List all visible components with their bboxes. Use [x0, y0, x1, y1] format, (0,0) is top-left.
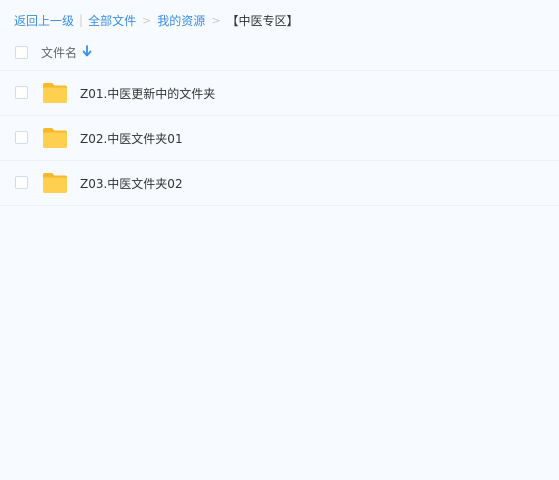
folder-icon [43, 128, 67, 148]
file-name[interactable]: Z01.中医更新中的文件夹 [80, 85, 215, 102]
file-list-header: 文件名 [0, 40, 559, 71]
breadcrumb-separator: > [211, 13, 221, 27]
breadcrumb-current: 【中医专区】 [226, 13, 299, 28]
column-header-name[interactable]: 文件名 [41, 44, 77, 61]
file-row[interactable]: Z01.中医更新中的文件夹 [0, 71, 559, 116]
file-row[interactable]: Z03.中医文件夹02 [0, 161, 559, 206]
breadcrumb: 返回上一级 | 全部文件 > 我的资源 > 【中医专区】 [14, 11, 299, 29]
row-checkbox[interactable] [15, 176, 28, 189]
file-name[interactable]: Z02.中医文件夹01 [80, 130, 183, 147]
all-files-link[interactable]: 全部文件 [88, 12, 136, 29]
row-checkbox[interactable] [15, 131, 28, 144]
folder-icon [43, 173, 67, 193]
breadcrumb-separator: > [142, 13, 152, 27]
breadcrumb-divider: | [79, 13, 84, 27]
file-browser: 返回上一级 | 全部文件 > 我的资源 > 【中医专区】 文件名 Z01.中医更… [0, 0, 559, 480]
file-row[interactable]: Z02.中医文件夹01 [0, 116, 559, 161]
my-resources-link[interactable]: 我的资源 [157, 12, 205, 29]
select-all-checkbox[interactable] [15, 46, 28, 59]
back-link[interactable]: 返回上一级 [14, 12, 74, 29]
arrow-down-icon[interactable] [82, 45, 92, 57]
row-checkbox[interactable] [15, 86, 28, 99]
file-name[interactable]: Z03.中医文件夹02 [80, 175, 183, 192]
folder-icon [43, 83, 67, 103]
